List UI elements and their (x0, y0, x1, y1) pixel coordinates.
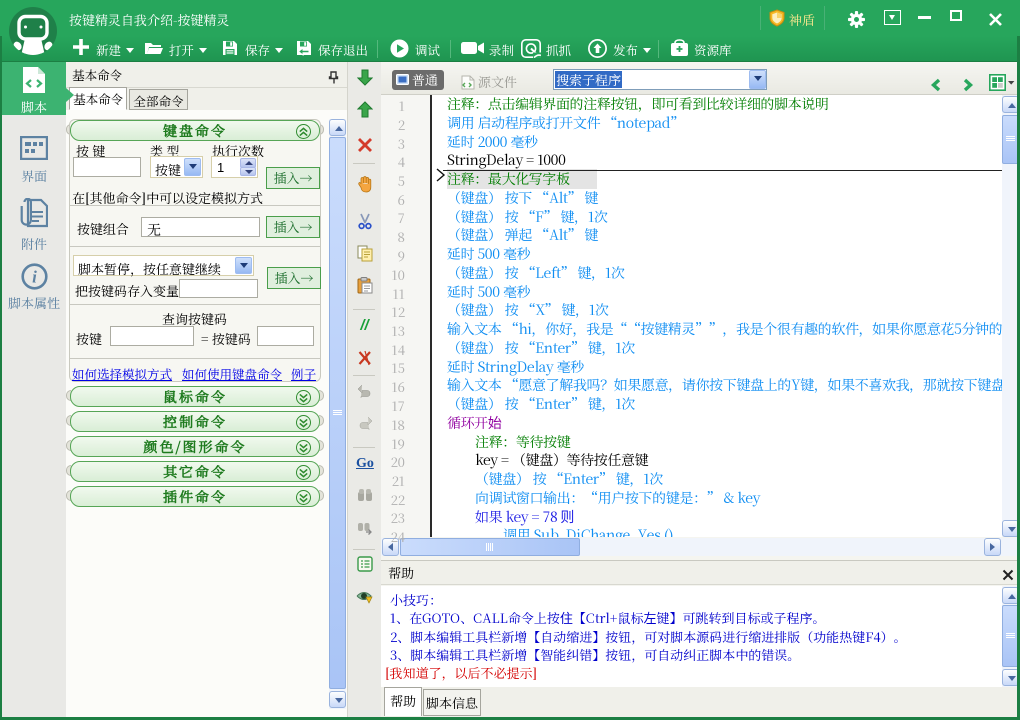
svg-text:i: i (32, 268, 37, 287)
